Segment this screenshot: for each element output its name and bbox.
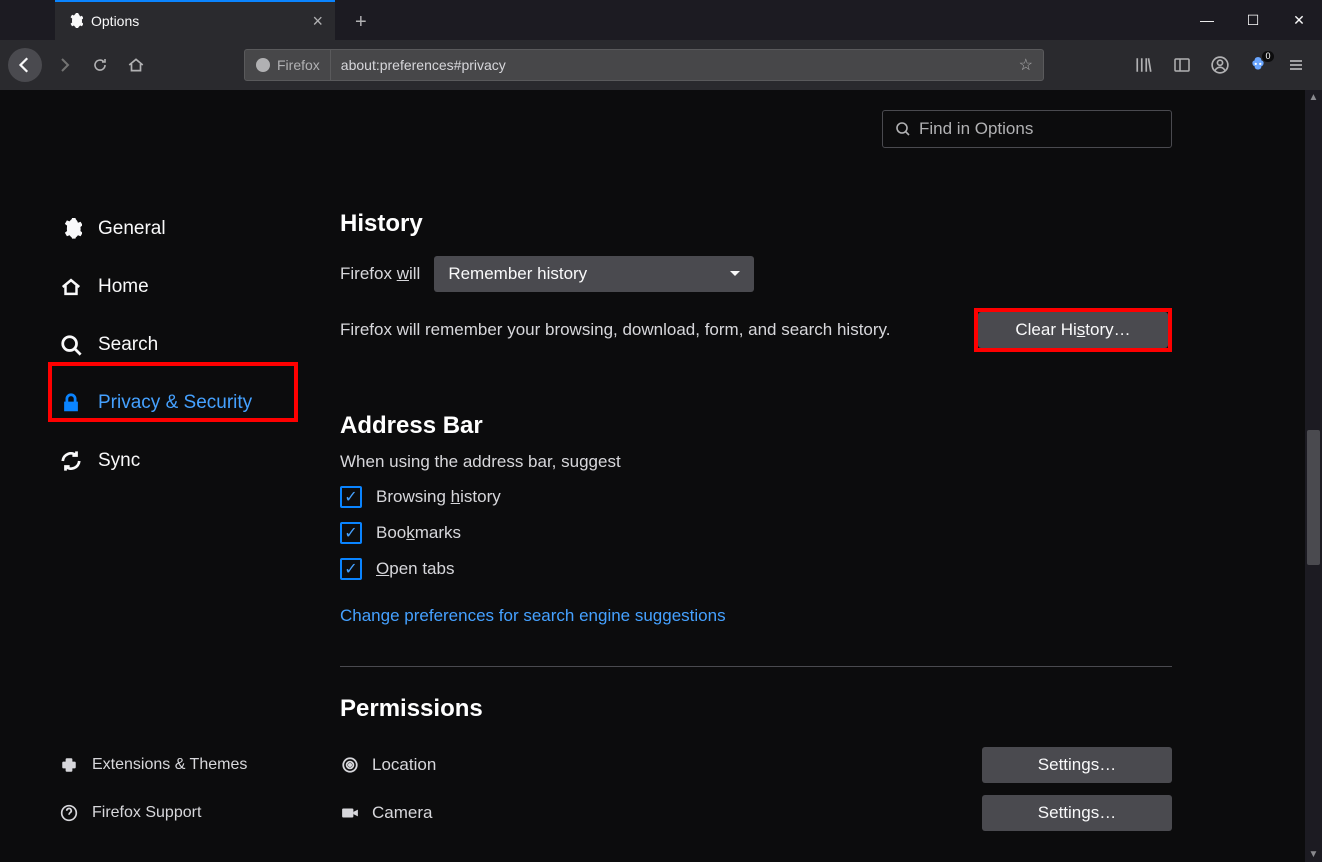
- lock-icon: [60, 392, 82, 414]
- preferences-sidebar: General Home Search Privacy & Security S…: [0, 90, 300, 862]
- history-heading: History: [340, 210, 1172, 238]
- find-in-options[interactable]: Find in Options: [882, 110, 1172, 148]
- sidebar-item-label: Extensions & Themes: [92, 756, 247, 774]
- checkbox-browsing-history[interactable]: ✓ Browsing history: [340, 486, 1172, 508]
- history-mode-select[interactable]: Remember history: [434, 256, 754, 292]
- search-icon: [60, 334, 82, 356]
- tab-strip: Options × +: [0, 0, 1322, 40]
- extension-badge: 0: [1262, 51, 1274, 62]
- sidebar-item-label: General: [98, 218, 166, 240]
- search-placeholder: Find in Options: [919, 119, 1033, 139]
- sidebar-item-extensions[interactable]: Extensions & Themes: [0, 741, 300, 789]
- vertical-scrollbar[interactable]: ▲ ▼: [1305, 90, 1322, 862]
- permission-row-location: Location Settings…: [340, 741, 1172, 789]
- identity-label: Firefox: [277, 57, 320, 73]
- tab-options[interactable]: Options ×: [55, 0, 335, 40]
- new-tab-button[interactable]: +: [349, 5, 373, 40]
- content-area: General Home Search Privacy & Security S…: [0, 90, 1322, 862]
- puzzle-icon: [60, 756, 78, 774]
- sidebar-item-privacy[interactable]: Privacy & Security: [0, 374, 300, 432]
- location-settings-button[interactable]: Settings…: [982, 747, 1172, 783]
- window-controls: — ☐ ✕: [1184, 0, 1322, 40]
- close-window-button[interactable]: ✕: [1276, 0, 1322, 40]
- sidebar-item-label: Sync: [98, 450, 140, 472]
- permission-row-camera: Camera Settings…: [340, 789, 1172, 837]
- checkbox-label: Open tabs: [376, 559, 454, 579]
- library-icon[interactable]: [1126, 47, 1162, 83]
- home-button[interactable]: [118, 47, 154, 83]
- location-icon: [340, 755, 360, 775]
- navigation-toolbar: Firefox about:preferences#privacy ☆ 0: [0, 40, 1322, 90]
- extension-icon[interactable]: 0: [1240, 47, 1276, 83]
- addressbar-sub: When using the address bar, suggest: [340, 452, 1172, 472]
- sidebar-item-label: Privacy & Security: [98, 392, 252, 414]
- permission-label: Location: [372, 755, 436, 775]
- search-suggestions-link[interactable]: Change preferences for search engine sug…: [340, 606, 726, 626]
- clear-history-button[interactable]: Clear History…: [978, 312, 1168, 348]
- gear-icon: [60, 218, 82, 240]
- maximize-button[interactable]: ☐: [1230, 0, 1276, 40]
- history-description: Firefox will remember your browsing, dow…: [340, 320, 891, 340]
- addressbar-section: Address Bar When using the address bar, …: [340, 412, 1172, 626]
- back-button[interactable]: [8, 48, 42, 82]
- scroll-up-arrow[interactable]: ▲: [1305, 92, 1322, 103]
- account-icon[interactable]: [1202, 47, 1238, 83]
- permission-label: Camera: [372, 803, 432, 823]
- checkbox-icon: ✓: [340, 486, 362, 508]
- sidebar-item-label: Search: [98, 334, 158, 356]
- identity-box[interactable]: Firefox: [245, 50, 331, 80]
- addressbar-heading: Address Bar: [340, 412, 1172, 440]
- sidebar-item-label: Home: [98, 276, 149, 298]
- address-bar[interactable]: Firefox about:preferences#privacy ☆: [244, 49, 1044, 81]
- minimize-button[interactable]: —: [1184, 0, 1230, 40]
- sidebar-item-home[interactable]: Home: [0, 258, 300, 316]
- menu-button[interactable]: [1278, 47, 1314, 83]
- main-panel: Find in Options History Firefox will Rem…: [300, 90, 1322, 862]
- forward-button[interactable]: [46, 47, 82, 83]
- home-icon: [60, 276, 82, 298]
- close-tab-icon[interactable]: ×: [312, 11, 323, 32]
- checkbox-icon: ✓: [340, 522, 362, 544]
- gear-icon: [67, 13, 83, 29]
- checkbox-label: Bookmarks: [376, 523, 461, 543]
- permissions-heading: Permissions: [340, 695, 1172, 723]
- sidebar-item-sync[interactable]: Sync: [0, 432, 300, 490]
- scroll-down-arrow[interactable]: ▼: [1305, 849, 1322, 860]
- sync-icon: [60, 450, 82, 472]
- scroll-thumb[interactable]: [1307, 430, 1320, 565]
- url-text: about:preferences#privacy: [331, 57, 1009, 73]
- help-icon: [60, 804, 78, 822]
- reload-button[interactable]: [82, 47, 118, 83]
- bookmark-star-icon[interactable]: ☆: [1009, 55, 1043, 75]
- search-icon: [895, 121, 911, 137]
- sidebar-item-label: Firefox Support: [92, 804, 201, 822]
- checkbox-bookmarks[interactable]: ✓ Bookmarks: [340, 522, 1172, 544]
- sidebar-item-search[interactable]: Search: [0, 316, 300, 374]
- checkbox-label: Browsing history: [376, 487, 501, 507]
- checkbox-icon: ✓: [340, 558, 362, 580]
- camera-settings-button[interactable]: Settings…: [982, 795, 1172, 831]
- checkbox-open-tabs[interactable]: ✓ Open tabs: [340, 558, 1172, 580]
- sidebar-icon[interactable]: [1164, 47, 1200, 83]
- sidebar-item-support[interactable]: Firefox Support: [0, 789, 300, 837]
- tab-title: Options: [91, 13, 139, 29]
- section-separator: [340, 666, 1172, 667]
- highlight-clear-history: Clear History…: [974, 308, 1172, 352]
- camera-icon: [340, 803, 360, 823]
- firefox-will-label: Firefox will: [340, 264, 420, 284]
- history-section: History Firefox will Remember history Fi…: [340, 210, 1172, 352]
- sidebar-item-general[interactable]: General: [0, 200, 300, 258]
- history-mode-value: Remember history: [448, 264, 587, 284]
